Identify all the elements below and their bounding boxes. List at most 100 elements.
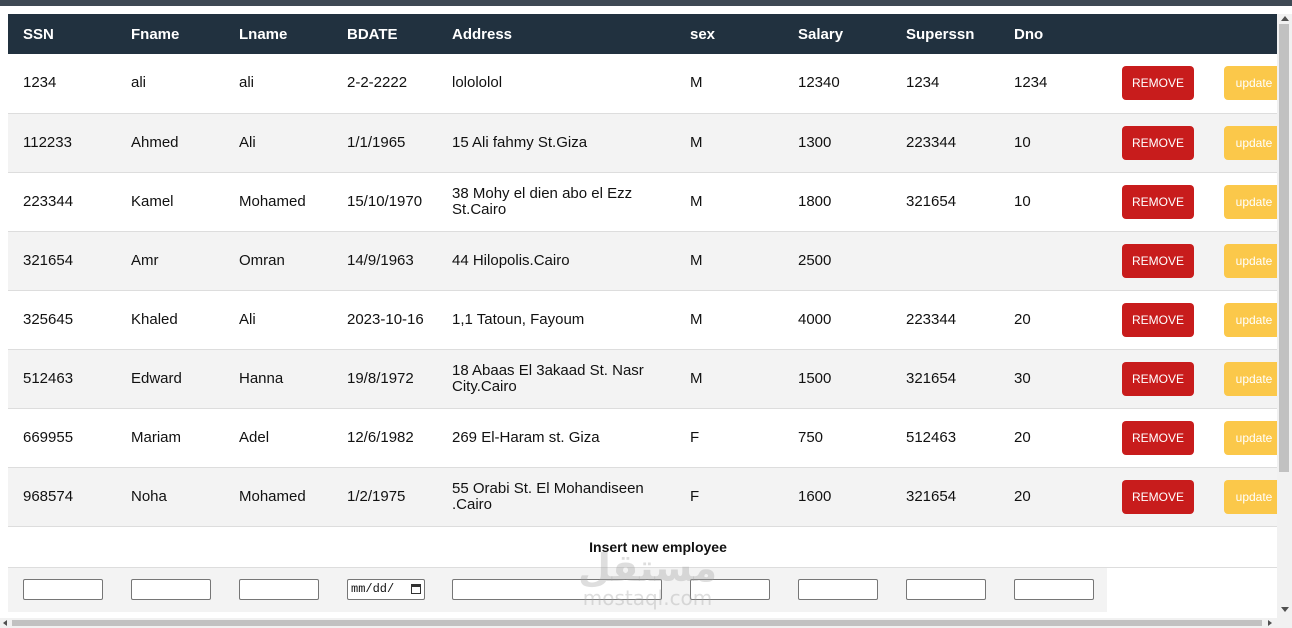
insert-bdate-input[interactable]: mm/dd/: [347, 579, 425, 601]
cell-address: 38 Mohy el dien abo el Ezz St.Cairo: [437, 172, 675, 232]
cell-remove: REMOVE: [1107, 113, 1209, 173]
cell-fname: Ahmed: [116, 113, 224, 173]
cell-superssn: 223344: [891, 113, 999, 173]
insert-cell-bdate: mm/dd/: [332, 567, 437, 612]
remove-button[interactable]: REMOVE: [1122, 420, 1194, 455]
insert-title-row: Insert new employee: [8, 526, 1277, 568]
cell-bdate: 15/10/1970: [332, 172, 437, 232]
cell-sex: M: [675, 231, 783, 291]
cell-update: update: [1209, 290, 1277, 350]
scroll-up-arrow-icon[interactable]: [1281, 16, 1289, 21]
table-row: 325645 Khaled Ali 2023-10-16 1,1 Tatoun,…: [8, 290, 1277, 350]
header-bdate: BDATE: [347, 25, 398, 43]
cell-update: update: [1209, 349, 1277, 409]
update-button[interactable]: update: [1224, 66, 1277, 101]
horizontal-scrollbar[interactable]: [0, 618, 1292, 628]
cell-lname: Adel: [224, 408, 332, 468]
cell-salary: 4000: [783, 290, 891, 350]
cell-lname: Mohamed: [224, 172, 332, 232]
scroll-left-arrow-icon[interactable]: [3, 620, 7, 626]
cell-bdate: 1/2/1975: [332, 467, 437, 527]
cell-dno: 1234: [999, 54, 1107, 114]
cell-address: lolololol: [437, 54, 675, 114]
header-superssn: Superssn: [906, 25, 975, 43]
cell-superssn: 512463: [891, 408, 999, 468]
cell-ssn: 223344: [8, 172, 116, 232]
cell-address: 55 Orabi St. El Mohandiseen .Cairo: [437, 467, 675, 527]
cell-dno: 20: [999, 290, 1107, 350]
cell-sex: F: [675, 467, 783, 527]
cell-superssn: 321654: [891, 349, 999, 409]
header-fname: Fname: [131, 25, 180, 43]
remove-button[interactable]: REMOVE: [1122, 66, 1194, 101]
browser-top-bar: [0, 0, 1292, 6]
remove-button[interactable]: REMOVE: [1122, 125, 1194, 160]
remove-button[interactable]: REMOVE: [1122, 361, 1194, 396]
cell-dno: 20: [999, 408, 1107, 468]
cell-lname: Ali: [224, 290, 332, 350]
scroll-right-arrow-icon[interactable]: [1268, 620, 1272, 626]
update-button[interactable]: update: [1224, 125, 1277, 160]
table-row: 112233 Ahmed Ali 1/1/1965 15 Ali fahmy S…: [8, 113, 1277, 173]
cell-bdate: 12/6/1982: [332, 408, 437, 468]
cell-fname: Amr: [116, 231, 224, 291]
cell-salary: 1600: [783, 467, 891, 527]
header-dno: Dno: [1014, 25, 1044, 43]
cell-bdate: 2-2-2222: [332, 54, 437, 114]
cell-ssn: 325645: [8, 290, 116, 350]
scroll-down-arrow-icon[interactable]: [1281, 607, 1289, 612]
update-button[interactable]: update: [1224, 361, 1277, 396]
cell-sex: M: [675, 290, 783, 350]
cell-lname: ali: [224, 54, 332, 114]
table-header-row: SSN Fname Lname BDATE Address sex Salary…: [8, 14, 1277, 54]
update-button[interactable]: update: [1224, 420, 1277, 455]
insert-fname-input[interactable]: [131, 579, 211, 601]
insert-superssn-input[interactable]: [906, 579, 986, 601]
insert-ssn-input[interactable]: [23, 579, 103, 601]
remove-button[interactable]: REMOVE: [1122, 479, 1194, 514]
cell-bdate: 14/9/1963: [332, 231, 437, 291]
cell-sex: M: [675, 172, 783, 232]
insert-lname-input[interactable]: [239, 579, 319, 601]
header-update: [1209, 14, 1277, 54]
header-address: Address: [452, 25, 513, 43]
table-row: 512463 Edward Hanna 19/8/1972 18 Abaas E…: [8, 349, 1277, 409]
remove-button[interactable]: REMOVE: [1122, 184, 1194, 219]
remove-button[interactable]: REMOVE: [1122, 243, 1194, 278]
insert-salary-input[interactable]: [798, 579, 878, 601]
update-button[interactable]: update: [1224, 184, 1277, 219]
cell-ssn: 112233: [8, 113, 116, 173]
cell-salary: 2500: [783, 231, 891, 291]
insert-address-input[interactable]: [452, 579, 662, 601]
horizontal-scroll-thumb[interactable]: [12, 620, 1262, 626]
cell-superssn: 223344: [891, 290, 999, 350]
cell-ssn: 1234: [8, 54, 116, 114]
cell-address: 1,1 Tatoun, Fayoum: [437, 290, 675, 350]
update-button[interactable]: update: [1224, 243, 1277, 278]
remove-button[interactable]: REMOVE: [1122, 302, 1194, 337]
calendar-icon[interactable]: [411, 584, 421, 595]
cell-remove: REMOVE: [1107, 231, 1209, 291]
insert-cell-address: [437, 567, 675, 612]
vertical-scrollbar[interactable]: [1277, 14, 1292, 618]
insert-cell-fname: [116, 567, 224, 612]
header-sex: sex: [690, 25, 716, 43]
insert-sex-input[interactable]: [690, 579, 770, 601]
cell-remove: REMOVE: [1107, 467, 1209, 527]
cell-fname: Kamel: [116, 172, 224, 232]
cell-ssn: 968574: [8, 467, 116, 527]
header-remove: [1107, 14, 1209, 54]
cell-update: update: [1209, 54, 1277, 114]
update-button[interactable]: update: [1224, 479, 1277, 514]
employee-table: SSN Fname Lname BDATE Address sex Salary…: [8, 14, 1277, 612]
cell-bdate: 19/8/1972: [332, 349, 437, 409]
vertical-scroll-thumb[interactable]: [1279, 24, 1289, 472]
insert-dno-input[interactable]: [1014, 579, 1094, 601]
cell-update: update: [1209, 172, 1277, 232]
update-button[interactable]: update: [1224, 302, 1277, 337]
cell-superssn: 1234: [891, 54, 999, 114]
table-row: 321654 Amr Omran 14/9/1963 44 Hilopolis.…: [8, 231, 1277, 291]
table-row: 968574 Noha Mohamed 1/2/1975 55 Orabi St…: [8, 467, 1277, 527]
cell-address: 15 Ali fahmy St.Giza: [437, 113, 675, 173]
cell-lname: Mohamed: [224, 467, 332, 527]
